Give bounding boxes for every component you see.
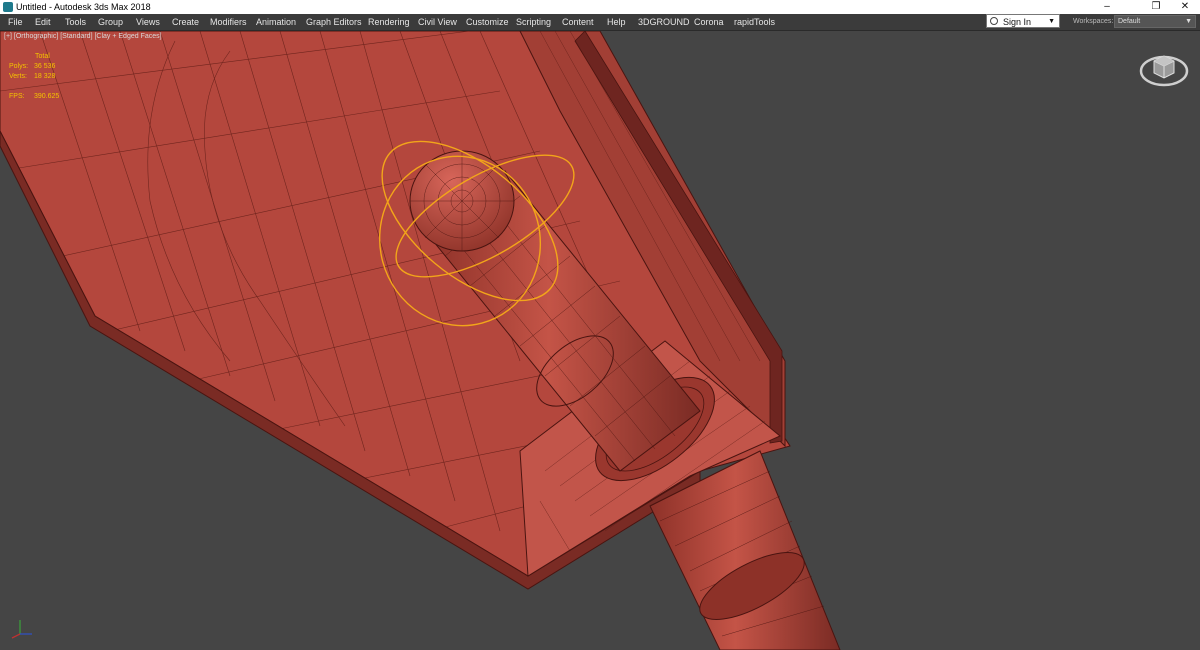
stats-fps-label: FPS: [9, 93, 25, 100]
menu-views[interactable]: Views [136, 14, 160, 30]
menu-graph-editors[interactable]: Graph Editors [306, 14, 362, 30]
stats-polys-value: 36 536 [34, 63, 56, 70]
stats-verts-value: 18 328 [34, 73, 56, 80]
workspaces-select[interactable]: Default ▼ [1114, 15, 1196, 28]
window-title: Untitled - Autodesk 3ds Max 2018 [16, 2, 151, 12]
menu-content[interactable]: Content [562, 14, 594, 30]
menu-modifiers[interactable]: Modifiers [210, 14, 247, 30]
stats-polys-label: Polys: [9, 63, 29, 70]
chevron-down-icon: ▼ [1048, 18, 1055, 25]
workspace-value: Default [1118, 18, 1141, 25]
maximize-button[interactable]: ❐ [1141, 0, 1171, 14]
axis-tripod-icon [11, 620, 32, 639]
scene-render [0, 31, 841, 650]
menu-civil-view[interactable]: Civil View [418, 14, 457, 30]
viewport-orthographic[interactable]: [+] [Orthographic] [Standard] [Clay + Ed… [0, 31, 1200, 650]
workspaces-label: Workspaces: [1073, 18, 1114, 25]
menu-animation[interactable]: Animation [256, 14, 296, 30]
close-button[interactable]: ✕ [1170, 0, 1200, 14]
menu-create[interactable]: Create [172, 14, 199, 30]
menu-edit[interactable]: Edit [35, 14, 51, 30]
stats-verts-label: Verts: [9, 73, 27, 80]
menu-scripting[interactable]: Scripting [516, 14, 551, 30]
menu-file[interactable]: File [8, 14, 23, 30]
sign-in-label: Sign In [1003, 17, 1032, 27]
menu-customize[interactable]: Customize [466, 14, 509, 30]
title-bar: Untitled - Autodesk 3ds Max 2018 – ❐ ✕ [0, 0, 1200, 14]
menu-rendering[interactable]: Rendering [368, 14, 410, 30]
user-icon [990, 17, 998, 25]
menu-tools[interactable]: Tools [65, 14, 86, 30]
menu-3dground[interactable]: 3DGROUND [638, 14, 690, 30]
viewcube-icon[interactable] [1138, 49, 1190, 89]
menu-rapidtools[interactable]: rapidTools [734, 14, 775, 30]
app-icon [3, 2, 13, 12]
chevron-down-icon: ▼ [1185, 18, 1192, 25]
menu-group[interactable]: Group [98, 14, 123, 30]
stats-fps-value: 390.625 [34, 93, 60, 100]
sign-in-dropdown[interactable]: Sign In ▼ [986, 14, 1060, 28]
viewport-label[interactable]: [+] [Orthographic] [Standard] [Clay + Ed… [4, 33, 162, 40]
menu-help[interactable]: Help [607, 14, 626, 30]
menu-corona[interactable]: Corona [694, 14, 724, 30]
minimize-button[interactable]: – [1092, 0, 1122, 14]
stats-total-label: Total [35, 53, 50, 60]
